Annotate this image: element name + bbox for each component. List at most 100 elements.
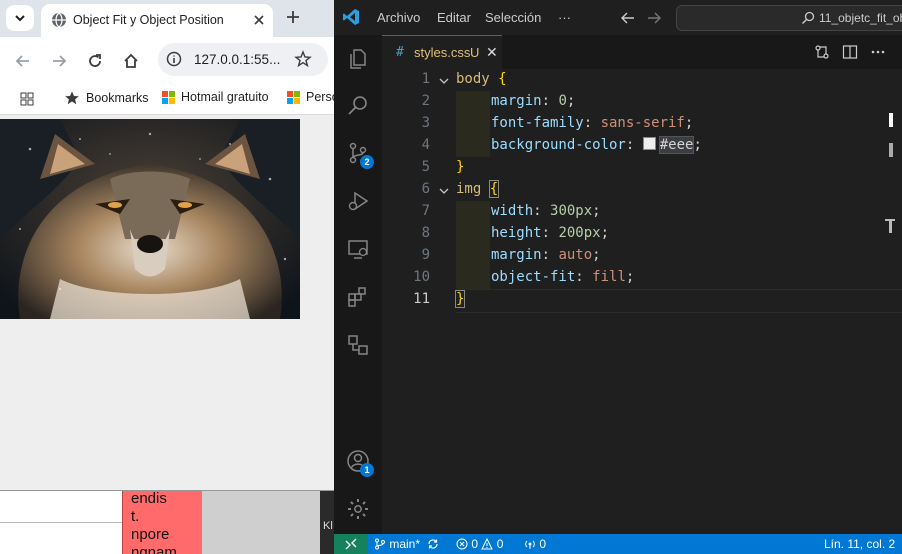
ports-status[interactable]: 0 [524,537,546,551]
tab-untracked-indicator: U [470,45,480,60]
menu-more[interactable]: ··· [558,10,571,25]
settings-gear-icon[interactable] [346,497,370,521]
line-number: 4 [421,137,430,153]
editor-tabs: # styles.css U ✕ [382,35,902,70]
minimap-marker [889,113,893,127]
problems-status[interactable]: 0 0 [456,537,503,551]
cursor-position[interactable]: Lín. 11, col. 2 [824,537,895,551]
text-cursor-marker [889,219,892,233]
site-info-icon[interactable] [166,51,182,67]
search-icon[interactable] [346,93,370,117]
indent-guide [456,91,490,157]
remote-indicator[interactable] [334,534,368,554]
bookmark-item[interactable]: Bookmarks [64,90,149,106]
forward-icon[interactable] [50,52,68,70]
code-line: height: 200px; [491,225,610,241]
remote-icon [345,538,357,550]
home-icon[interactable] [122,52,140,70]
wolf-image [0,119,300,319]
background-text: endis [131,490,167,507]
git-branch-icon [375,538,385,550]
background-text: ngnam [131,544,177,554]
search-icon [802,11,815,24]
warning-icon [481,537,494,550]
run-debug-icon[interactable] [346,189,370,213]
indent-guide [456,201,490,289]
menu-editar[interactable]: Editar [437,10,471,25]
line-number: 9 [421,247,430,263]
code-line: body { [456,71,507,87]
page-content [0,115,334,490]
source-control-badge: 2 [360,155,374,169]
code-line: } [454,290,466,308]
bookmark-label: Bookmarks [86,91,149,105]
fold-chevron-icon[interactable] [438,185,450,197]
status-bar: main* 0 0 0 Lín. 11, col. 2 [334,534,902,554]
current-line-highlight [456,289,902,313]
command-center-search[interactable]: 11_objetc_fit_ob [676,5,902,31]
code-editor[interactable]: 1 2 3 4 5 6 7 8 9 10 11 body { margin: 0… [382,69,902,534]
bookmarks-bar: Bookmarks Hotmail gratuito Perso [0,84,334,115]
line-number: 8 [421,225,430,241]
compare-changes-icon[interactable] [814,44,830,60]
split-editor-icon[interactable] [842,44,858,60]
menu-seleccion[interactable]: Selección [485,10,541,25]
browser-toolbar: 127.0.0.1:55... [0,37,334,84]
apps-grid-icon[interactable] [20,92,34,106]
accounts-badge: 1 [360,463,374,477]
fold-chevron-icon[interactable] [438,75,450,87]
back-icon[interactable] [14,52,32,70]
minimap-marker [889,143,893,157]
code-line: background-color: #eee; [491,136,702,154]
microsoft-icon [162,90,175,104]
background-window-red: endis t. npore ngnam [122,490,202,554]
background-window-white [0,490,122,554]
close-icon[interactable] [251,12,267,28]
vscode-window: Archivo Editar Selección ··· 11_objetc_f… [334,0,902,554]
browser-window: Object Fit y Object Position 127.0.0.1:5… [0,0,335,491]
line-number: 10 [413,269,430,285]
css-file-icon: # [396,45,404,60]
search-text: 11_objetc_fit_ob [819,11,902,25]
close-icon[interactable]: ✕ [486,44,498,61]
url-text[interactable]: 127.0.0.1:55... [194,52,280,67]
new-tab-button[interactable] [284,8,302,26]
activity-bar: 2 1 [334,35,383,535]
tab-styles-css[interactable]: # styles.css U ✕ [382,35,502,70]
nav-forward-icon[interactable] [646,10,662,26]
error-icon [456,538,468,550]
background-text: Kl [323,520,333,532]
menu-archivo[interactable]: Archivo [377,10,420,25]
code-line: margin: auto; [491,247,601,263]
star-icon [65,91,79,105]
more-actions-icon[interactable] [870,44,886,60]
explorer-icon[interactable] [346,47,370,71]
extensions-icon[interactable] [346,285,370,309]
nav-back-icon[interactable] [620,10,636,26]
tab-search-button[interactable] [6,5,34,31]
background-window-gray [202,490,320,554]
line-number: 3 [421,115,430,131]
bookmark-label: Perso [306,90,334,104]
branch-name: main* [389,537,421,551]
remote-explorer-icon[interactable] [346,237,370,261]
code-line: object-fit: fill; [491,269,635,285]
bookmark-star-icon[interactable] [294,50,312,68]
bookmark-item[interactable]: Hotmail gratuito [162,90,269,104]
branch-status[interactable]: main* [374,537,439,551]
address-bar[interactable]: 127.0.0.1:55... [158,43,328,76]
error-count: 0 [471,537,479,551]
bookmark-item[interactable]: Perso [287,90,334,104]
browser-tab-active[interactable]: Object Fit y Object Position [41,4,273,37]
chevron-down-icon [15,15,25,22]
sync-icon[interactable] [427,538,439,550]
workflow-icon[interactable] [346,333,370,357]
broadcast-icon [525,540,535,549]
vscode-title-bar: Archivo Editar Selección ··· 11_objetc_f… [334,0,902,35]
microsoft-icon [287,90,300,104]
reload-icon[interactable] [86,52,104,70]
code-line: } [456,159,465,175]
color-swatch[interactable] [642,137,656,150]
line-number: 1 [421,71,430,87]
bookmark-label: Hotmail gratuito [181,90,269,104]
